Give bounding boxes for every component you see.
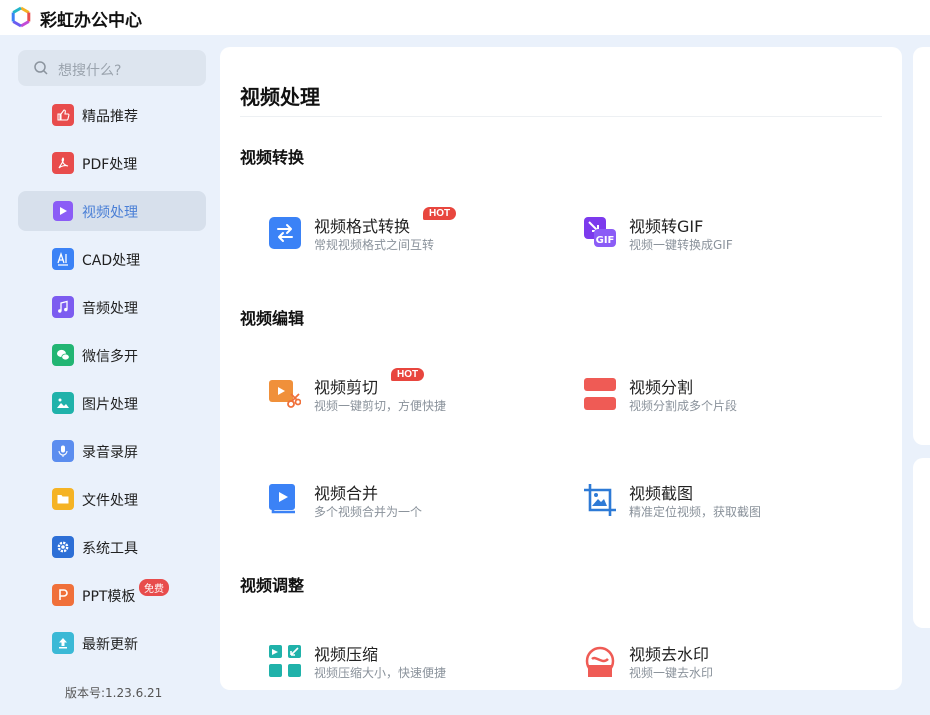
tool-video-screenshot[interactable]: 视频截图 精准定位视频，获取截图 xyxy=(584,480,864,530)
compress-icon xyxy=(269,645,301,677)
sidebar-item-label: 文件处理 xyxy=(82,493,138,509)
section-title: 视频编辑 xyxy=(240,309,305,328)
thumbs-up-icon xyxy=(52,104,74,126)
sidebar: 想搜什么? 精品推荐 PDF处理 视频处理 CAD处理 音频处理 微信多开 图片… xyxy=(0,35,220,715)
search-input[interactable]: 想搜什么? xyxy=(18,50,206,86)
tool-desc: 视频压缩大小，快速便捷 xyxy=(314,666,447,680)
tool-name: 视频去水印 xyxy=(629,645,710,664)
sidebar-item-label: CAD处理 xyxy=(82,253,141,269)
tool-name: 视频转GIF xyxy=(629,217,704,236)
tool-desc: 精准定位视频，获取截图 xyxy=(629,505,762,519)
sidebar-item-system[interactable]: 系统工具 xyxy=(18,527,206,567)
title-bar: 彩虹办公中心 xyxy=(0,0,930,35)
sidebar-item-wechat[interactable]: 微信多开 xyxy=(18,335,206,375)
gear-icon xyxy=(52,536,74,558)
hot-badge: HOT xyxy=(423,207,457,220)
split-icon xyxy=(584,378,616,410)
sidebar-item-label: 音频处理 xyxy=(82,301,138,317)
sidebar-item-label: PDF处理 xyxy=(82,157,138,173)
tool-name: 视频截图 xyxy=(629,484,694,503)
tool-desc: 多个视频合并为一个 xyxy=(314,505,423,519)
tool-name: 视频剪切 xyxy=(314,378,379,397)
sidebar-item-label: 精品推荐 xyxy=(82,109,138,125)
sidebar-item-video[interactable]: 视频处理 xyxy=(18,191,206,231)
app-title: 彩虹办公中心 xyxy=(40,11,142,31)
music-note-icon xyxy=(52,296,74,318)
sidebar-item-record[interactable]: 录音录屏 xyxy=(18,431,206,471)
sidebar-item-featured[interactable]: 精品推荐 xyxy=(18,95,206,135)
sidebar-item-pdf[interactable]: PDF处理 xyxy=(18,143,206,183)
watermark-remove-icon xyxy=(585,646,615,677)
wechat-icon xyxy=(52,344,74,366)
sidebar-item-label: 视频处理 xyxy=(82,205,138,221)
gif-icon: GIF xyxy=(584,217,616,247)
convert-arrows-icon xyxy=(269,217,301,249)
version-label: 版本号:1.23.6.21 xyxy=(65,686,163,700)
video-cut-icon xyxy=(269,380,301,408)
ppt-icon xyxy=(52,584,74,606)
cad-icon xyxy=(52,248,74,270)
sidebar-item-label: 最新更新 xyxy=(82,637,138,653)
tool-desc: 视频一键去水印 xyxy=(629,666,714,680)
tool-video-split[interactable]: 视频分割 视频分割成多个片段 xyxy=(584,374,864,424)
right-panel xyxy=(913,47,930,445)
tool-video-format-convert[interactable]: 视频格式转换 HOT 常规视频格式之间互转 xyxy=(269,207,549,263)
crop-icon xyxy=(584,484,616,516)
main-panel: 视频处理 视频转换 视频格式转换 HOT 常规视频格式之间互转 GIF 视频转G… xyxy=(220,47,902,690)
tool-name: 视频格式转换 xyxy=(314,217,411,236)
folder-icon xyxy=(52,488,74,510)
tool-video-remove-watermark[interactable]: 视频去水印 视频一键去水印 xyxy=(584,641,864,690)
video-play-icon xyxy=(53,201,73,221)
svg-text:GIF: GIF xyxy=(596,235,615,246)
sidebar-item-cad[interactable]: CAD处理 xyxy=(18,239,206,279)
tool-video-compress[interactable]: 视频压缩 视频压缩大小，快速便捷 xyxy=(269,641,549,690)
divider xyxy=(240,116,882,117)
tool-video-merge[interactable]: 视频合并 多个视频合并为一个 xyxy=(269,480,549,530)
sidebar-item-file[interactable]: 文件处理 xyxy=(18,479,206,519)
section-title: 视频调整 xyxy=(240,576,305,595)
tool-video-to-gif[interactable]: GIF 视频转GIF 视频一键转换成GIF xyxy=(584,213,864,263)
sidebar-item-label: PPT模板 xyxy=(82,589,136,605)
tool-name: 视频压缩 xyxy=(314,645,379,664)
microphone-icon xyxy=(52,440,74,462)
page-title: 视频处理 xyxy=(240,85,320,109)
sidebar-item-image[interactable]: 图片处理 xyxy=(18,383,206,423)
tool-desc: 视频分割成多个片段 xyxy=(629,399,738,413)
tool-name: 视频合并 xyxy=(314,484,379,503)
tool-desc: 视频一键剪切，方便快捷 xyxy=(314,399,447,413)
tool-name: 视频分割 xyxy=(629,378,694,397)
sidebar-item-updates[interactable]: 最新更新 xyxy=(18,623,206,663)
merge-icon xyxy=(269,484,295,514)
hot-badge: HOT xyxy=(391,368,425,381)
search-placeholder: 想搜什么? xyxy=(58,63,122,79)
free-badge: 免费 xyxy=(139,579,169,596)
upload-icon xyxy=(52,632,74,654)
sidebar-item-label: 系统工具 xyxy=(82,541,138,557)
sidebar-item-audio[interactable]: 音频处理 xyxy=(18,287,206,327)
tool-desc: 视频一键转换成GIF xyxy=(629,238,733,252)
search-icon xyxy=(34,61,48,75)
rainbow-logo-icon xyxy=(11,6,31,28)
sidebar-item-label: 微信多开 xyxy=(82,349,138,365)
image-icon xyxy=(52,392,74,414)
right-panel xyxy=(913,458,930,628)
sidebar-item-label: 录音录屏 xyxy=(82,445,138,461)
sidebar-item-label: 图片处理 xyxy=(82,397,138,413)
tool-video-cut[interactable]: 视频剪切 HOT 视频一键剪切，方便快捷 xyxy=(269,368,549,424)
sidebar-item-ppt[interactable]: PPT模板 免费 xyxy=(18,575,206,615)
section-title: 视频转换 xyxy=(240,148,305,167)
tool-desc: 常规视频格式之间互转 xyxy=(314,238,435,252)
pdf-icon xyxy=(52,152,74,174)
